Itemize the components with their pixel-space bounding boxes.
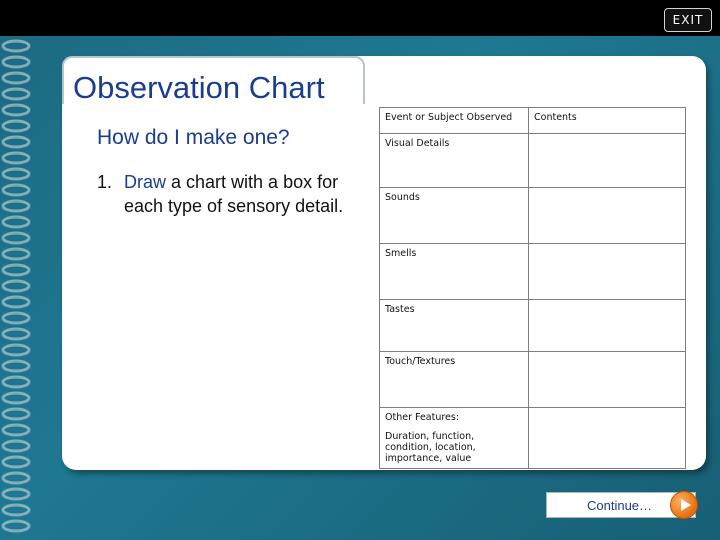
row-content-tastes <box>528 299 686 352</box>
step-number: 1. <box>97 172 113 192</box>
page-title: Observation Chart <box>73 70 325 105</box>
continue-label: Continue… <box>587 498 653 513</box>
table-row: Smells <box>379 243 686 300</box>
table-row: Sounds <box>379 187 686 244</box>
row-label-touch: Touch/Textures <box>379 351 529 408</box>
table-header-row: Event or Subject Observed Contents <box>379 107 686 134</box>
row-label-other: Other Features: Duration, function, cond… <box>379 407 529 469</box>
other-features-label: Other Features: <box>385 412 460 423</box>
notebook-spiral-icon <box>1 39 31 533</box>
row-label-tastes: Tastes <box>379 299 529 352</box>
table-row: Touch/Textures <box>379 351 686 408</box>
row-label-visual: Visual Details <box>379 133 529 188</box>
page-subtitle: How do I make one? <box>97 126 290 149</box>
row-content-other <box>528 407 686 469</box>
row-label-smells: Smells <box>379 243 529 300</box>
row-content-sounds <box>528 187 686 244</box>
step-text: Draw a chart with a box for each type of… <box>124 170 362 218</box>
other-features-detail: Duration, function, condition, location,… <box>385 431 476 464</box>
step-keyword: Draw <box>124 172 167 192</box>
observation-table: Event or Subject Observed Contents Visua… <box>379 107 686 469</box>
row-label-sounds: Sounds <box>379 187 529 244</box>
table-row: Tastes <box>379 299 686 352</box>
row-content-visual <box>528 133 686 188</box>
instruction-step: 1. Draw a chart with a box for each type… <box>97 170 362 218</box>
row-content-smells <box>528 243 686 300</box>
top-bar: EXIT <box>0 0 720 36</box>
table-header-contents: Contents <box>528 107 686 134</box>
row-content-touch <box>528 351 686 408</box>
exit-button[interactable]: EXIT <box>664 8 712 32</box>
table-row: Other Features: Duration, function, cond… <box>379 407 686 469</box>
table-header-subject: Event or Subject Observed <box>379 107 529 134</box>
continue-button[interactable]: Continue… <box>546 491 698 519</box>
table-row: Visual Details <box>379 133 686 188</box>
play-arrow-icon[interactable] <box>670 491 698 519</box>
